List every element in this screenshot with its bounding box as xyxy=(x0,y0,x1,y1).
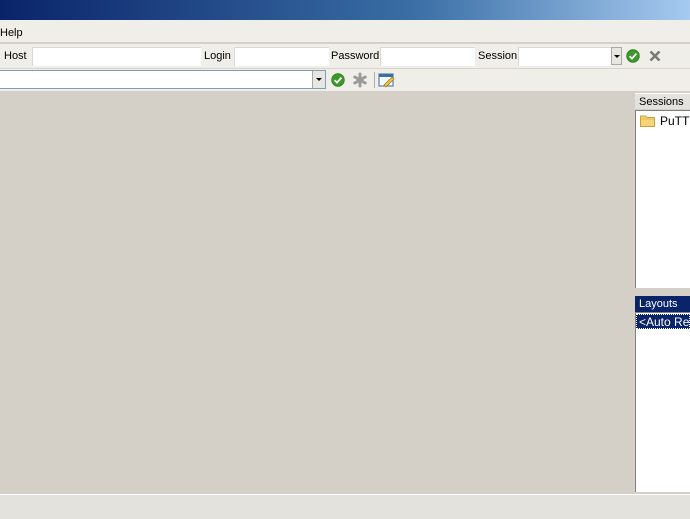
asterisk-icon[interactable] xyxy=(352,72,368,88)
sessions-tree[interactable]: PuTTY xyxy=(635,110,690,288)
toolbar-separator xyxy=(374,72,375,88)
connection-toolbar: Host Login Password Session xyxy=(0,44,690,69)
password-label: Password xyxy=(331,50,380,62)
login-input[interactable] xyxy=(234,47,329,66)
command-combobox[interactable] xyxy=(0,70,326,89)
window-title-bar[interactable] xyxy=(0,0,690,20)
host-label: Host xyxy=(4,50,27,62)
edit-window-icon[interactable] xyxy=(378,72,395,88)
tree-item-label: PuTTY xyxy=(660,114,690,128)
clear-x-icon[interactable] xyxy=(648,49,662,63)
session-select[interactable] xyxy=(518,47,612,66)
send-check-icon[interactable] xyxy=(331,73,345,87)
layout-item-auto-resize[interactable]: <Auto Resize> xyxy=(636,314,690,329)
session-dropdown-arrow[interactable] xyxy=(611,47,622,65)
command-toolbar xyxy=(0,69,690,91)
terminal-area[interactable] xyxy=(0,92,634,492)
connect-check-icon[interactable] xyxy=(626,49,640,63)
login-label: Login xyxy=(204,50,231,62)
layouts-title: Layouts xyxy=(635,296,690,312)
folder-icon xyxy=(640,115,655,127)
menu-bar: Help xyxy=(0,24,690,42)
menu-help[interactable]: Help xyxy=(0,27,23,39)
host-input[interactable] xyxy=(32,47,201,66)
command-dropdown-arrow[interactable] xyxy=(312,71,325,88)
status-bar xyxy=(0,494,690,519)
layouts-list[interactable]: <Auto Resize> xyxy=(635,312,690,492)
sessions-title: Sessions xyxy=(635,93,690,109)
password-input[interactable] xyxy=(380,47,475,66)
session-label: Session xyxy=(478,50,518,62)
